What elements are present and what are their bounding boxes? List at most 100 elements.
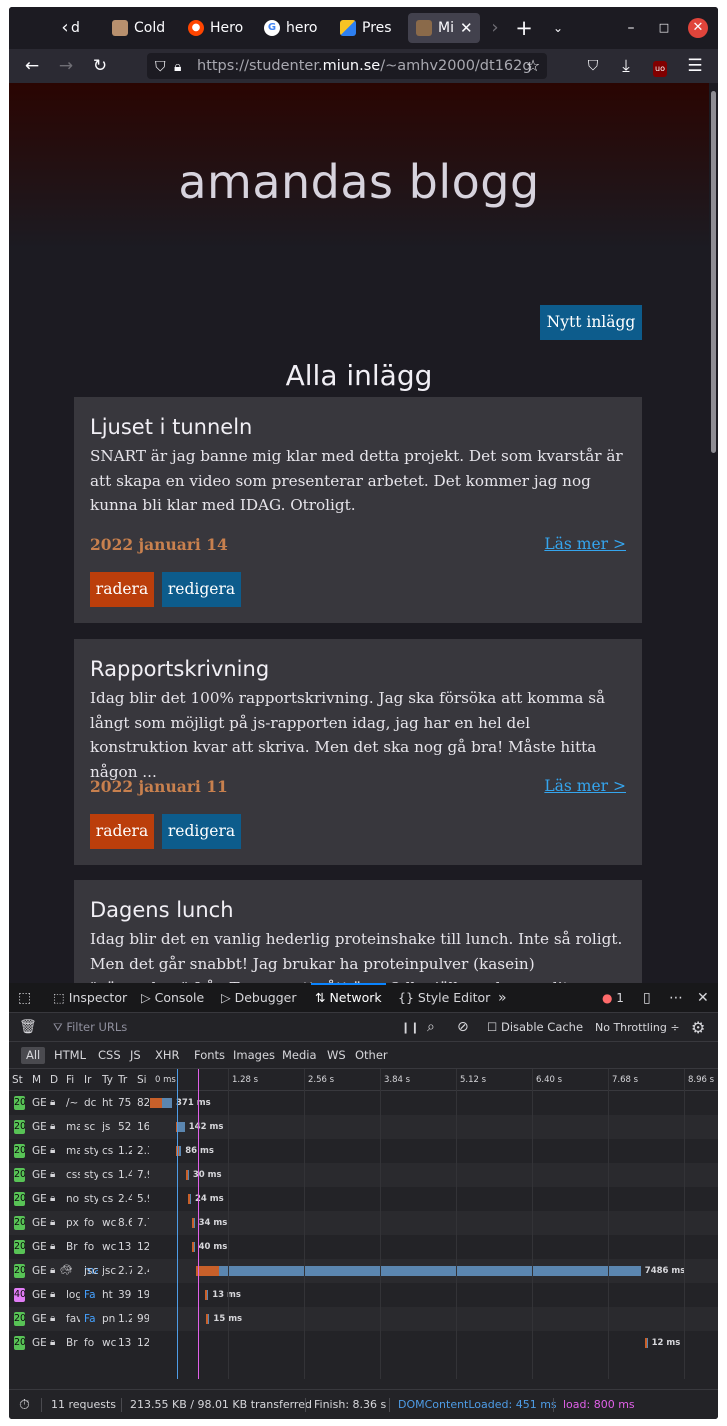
avatar-favicon-icon [416, 20, 432, 36]
lock-icon: 🔒︎ [50, 1097, 56, 1108]
list-all-tabs-icon[interactable]: ⌄ [546, 16, 570, 40]
post-card: Dagens lunch Idag blir det en vanlig hed… [74, 880, 642, 983]
responsive-mode-icon[interactable]: ▯ [643, 983, 651, 1013]
request-row[interactable]: 20GE🔒︎cssstycs1.47.930 ms [9, 1163, 718, 1187]
reload-icon[interactable]: ↻ [88, 54, 112, 78]
type-filter-other[interactable]: Other [350, 1047, 393, 1064]
request-row[interactable]: 20 GE 🔒︎ Br fo wc 13 12 40 ms [9, 1235, 718, 1259]
request-row[interactable]: 40 GE 🔒︎ log Fa ht 39 19 13 ms [9, 1283, 718, 1307]
read-more-link[interactable]: Läs mer > [544, 777, 626, 795]
column-header[interactable]: Tr [118, 1069, 132, 1091]
scrollbar-thumb[interactable] [711, 91, 716, 453]
more-options-icon[interactable]: ⋯ [669, 983, 683, 1013]
column-header[interactable]: Ty [102, 1069, 116, 1091]
column-header[interactable]: Si [137, 1069, 149, 1091]
downloads-icon[interactable]: ⤓ [614, 54, 638, 78]
column-header[interactable]: St [12, 1069, 28, 1091]
edit-button[interactable]: redigera [162, 814, 241, 849]
request-row[interactable]: 20GE🔒︎🐢︎majscjsc2.72.47486 ms [9, 1259, 718, 1283]
tab-0[interactable]: d [71, 13, 93, 43]
back-icon[interactable]: ← [20, 54, 44, 78]
tab-5-active[interactable]: Mi ✕ [408, 13, 480, 43]
search-icon[interactable]: ⌕ [427, 1013, 435, 1042]
new-tab-icon[interactable]: + [512, 16, 536, 40]
element-picker-icon[interactable]: ⬚ [18, 983, 31, 1013]
pause-icon[interactable]: ❙❙ [401, 1013, 419, 1042]
delete-button[interactable]: radera [90, 572, 154, 607]
close-tab-icon[interactable]: ✕ [460, 19, 473, 37]
page-scrollbar[interactable] [709, 83, 718, 983]
request-row[interactable]: 20 GE 🔒︎ ma sc js 52 16 142 ms [9, 1115, 718, 1139]
tab-network[interactable]: ⇅ Network [311, 983, 386, 1013]
post-card: Rapportskrivning Idag blir det 100% rapp… [74, 639, 642, 865]
disable-cache-checkbox[interactable]: ☐ Disable Cache [487, 1013, 583, 1042]
request-row[interactable]: 20 GE 🔒︎ pxfowc8.6 7.7 34 ms [9, 1211, 718, 1235]
pocket-icon[interactable]: ⛉ [581, 54, 605, 78]
type-filter-all[interactable]: All [21, 1047, 46, 1064]
timing-bar-receive [218, 1266, 641, 1276]
column-header[interactable]: Fi [66, 1069, 80, 1091]
tab-4[interactable]: Pres [332, 13, 402, 43]
status-badge: 20 [14, 1216, 25, 1230]
request-row[interactable]: 20 GE 🔒︎ nostycs 2.4 5.9 24 ms [9, 1187, 718, 1211]
minimize-icon[interactable]: – [619, 16, 643, 40]
transferred-cell: 52 [118, 1121, 132, 1133]
type-filter-css[interactable]: CSS [93, 1047, 126, 1064]
bookmark-star-icon[interactable]: ☆ [521, 54, 545, 78]
block-icon[interactable]: ⊘ [457, 1013, 469, 1042]
request-row[interactable]: 20 GE 🔒︎ fav Fa pn 1.2 99 15 ms [9, 1307, 718, 1331]
menu-hamburger-icon[interactable]: ☰ [683, 54, 707, 78]
column-header[interactable]: M [32, 1069, 46, 1091]
type-filter-ws[interactable]: WS [322, 1047, 351, 1064]
type-filter-js[interactable]: JS [125, 1047, 146, 1064]
tab-inspector[interactable]: ⬚ Inspector [53, 983, 127, 1013]
more-tools-chevron-icon[interactable]: » [498, 983, 507, 1013]
read-more-link[interactable]: Läs mer > [544, 535, 626, 553]
timing-duration-label: 7486 ms [644, 1266, 686, 1276]
maximize-icon[interactable]: □ [652, 16, 676, 40]
request-table: 20 GE 🔒︎/~ dc ht 75 82 371 ms 20 GE 🔒︎ ma sc js 52 16 14… [9, 1091, 718, 1379]
clear-trash-icon[interactable]: 🗑︎ [19, 1013, 37, 1042]
type-cell: ht [102, 1289, 113, 1301]
forward-icon[interactable]: → [54, 54, 78, 78]
performance-stopwatch-icon[interactable]: ⏱ [19, 1390, 30, 1419]
type-filter-html[interactable]: HTML [49, 1047, 91, 1064]
timing-bar-receive [161, 1098, 173, 1108]
status-badge: 20 [14, 1192, 25, 1206]
tab-3[interactable]: G hero [256, 13, 326, 43]
filter-urls-input[interactable]: ⛛ Filter URLs [53, 1013, 127, 1042]
timing-duration-label: 371 ms [176, 1098, 211, 1108]
shield-icon[interactable]: ⛉ [155, 54, 166, 79]
request-row[interactable]: 20 GE 🔒︎ /~ dc ht 75 82 371 ms [9, 1091, 718, 1115]
tab-scroll-right-icon[interactable]: › [483, 16, 507, 40]
timeline-tick: 8.96 s [684, 1069, 714, 1091]
transferred-cell: 2.4 [118, 1193, 132, 1205]
column-header[interactable]: Ir [84, 1069, 98, 1091]
type-filter-fonts[interactable]: Fonts [189, 1047, 230, 1064]
delete-button[interactable]: radera [90, 814, 154, 849]
column-header[interactable]: D [50, 1069, 64, 1091]
throttling-select[interactable]: No Throttling ÷ [595, 1013, 680, 1042]
edit-button[interactable]: redigera [162, 572, 241, 607]
ublock-icon[interactable]: uo [648, 54, 672, 78]
close-window-icon[interactable]: ✕ [688, 18, 708, 38]
tab-debugger[interactable]: ▷ Debugger [221, 983, 296, 1013]
new-post-button[interactable]: Nytt inlägg [540, 305, 642, 340]
lock-icon[interactable]: 🔒︎ [174, 54, 181, 79]
tab-1[interactable]: Cold [104, 13, 174, 43]
error-count-badge[interactable]: ● 1 [602, 983, 624, 1013]
tab-style-editor[interactable]: {} Style Editor [398, 983, 490, 1013]
console-icon: ▷ [141, 990, 155, 1005]
settings-gear-icon[interactable]: ⚙ [691, 1013, 705, 1042]
type-filter-images[interactable]: Images [228, 1047, 280, 1064]
type-filter-xhr[interactable]: XHR [150, 1047, 185, 1064]
finish-time: Finish: 8.36 s [314, 1398, 387, 1411]
close-devtools-icon[interactable]: ✕ [697, 983, 709, 1013]
request-row[interactable]: 20 GE 🔒︎ Br fo wc 13 12 12 ms [9, 1331, 718, 1355]
initiator-cell: jsc [84, 1265, 98, 1277]
type-filter-media[interactable]: Media [277, 1047, 322, 1064]
url-bar[interactable]: ⛉ 🔒︎ https://studenter.miun.se/~amhv2000… [147, 53, 547, 79]
tab-console[interactable]: ▷ Console [141, 983, 204, 1013]
tab-2[interactable]: ● Hero [180, 13, 250, 43]
request-row[interactable]: 20 GE 🔒︎ mastycs 1.2 2.3 86 ms [9, 1139, 718, 1163]
